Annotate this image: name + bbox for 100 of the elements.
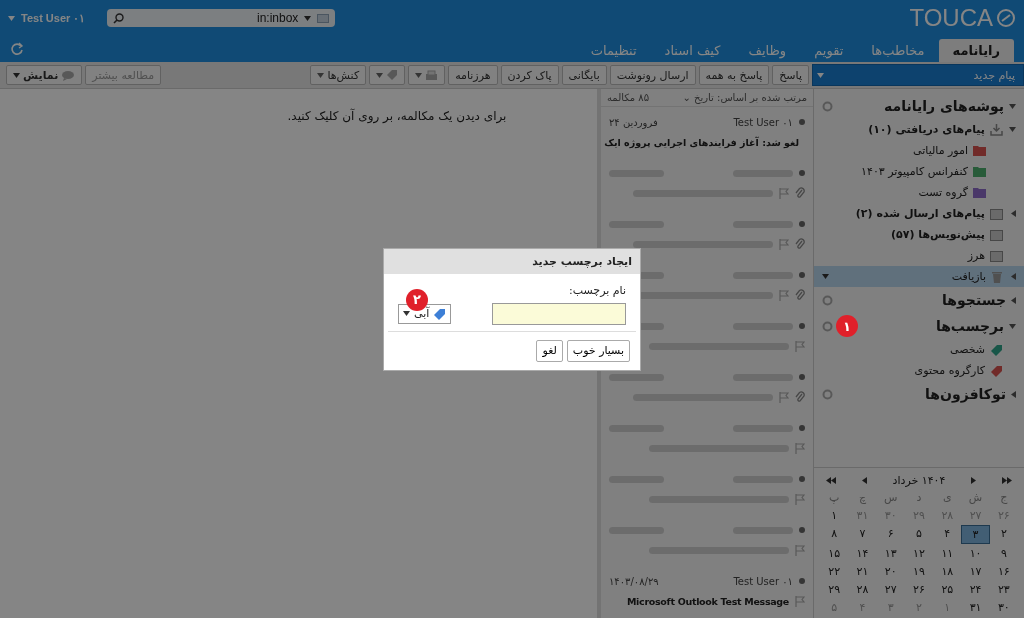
expand-icon[interactable]	[1011, 390, 1016, 398]
app-tab[interactable]: وظایف	[734, 39, 801, 62]
calendar-day[interactable]: ۲۰	[876, 563, 905, 580]
previous-month-icon[interactable]	[861, 477, 867, 484]
dot-icon	[799, 476, 805, 482]
calendar-day[interactable]: ۵	[904, 525, 934, 544]
calendar-day[interactable]: ۲	[989, 525, 1018, 544]
flag-icon[interactable]	[795, 493, 805, 505]
flag-icon[interactable]	[795, 442, 805, 454]
calendar-day[interactable]: ۱۳	[876, 545, 905, 562]
refresh-icon[interactable]	[10, 42, 24, 56]
calendar-day[interactable]: ۲۱	[848, 563, 877, 580]
expand-icon[interactable]	[1011, 273, 1016, 280]
calendar-day[interactable]: ۱۷	[961, 563, 990, 580]
calendar-day[interactable]: ۱۴	[848, 545, 877, 562]
calendar-day[interactable]: ۲۵	[933, 581, 962, 598]
folder-item[interactable]: گروه تست	[918, 186, 968, 199]
app-tab[interactable]: کیف اسناد	[650, 39, 735, 62]
toolbar-button[interactable]: پاسخ	[772, 65, 809, 85]
next-year-icon[interactable]	[1002, 477, 1012, 484]
folder-item[interactable]: هرز	[967, 249, 985, 262]
folder-item[interactable]: بازیافت	[951, 270, 986, 283]
app-tab[interactable]: تنظیمات	[576, 39, 651, 62]
caret-icon[interactable]	[403, 311, 410, 316]
calendar-day[interactable]: ۳۰	[989, 599, 1018, 616]
calendar-day[interactable]: ۱۱	[933, 545, 962, 562]
calendar-day[interactable]: ۱	[820, 507, 849, 524]
expand-icon[interactable]	[1011, 210, 1016, 217]
next-month-icon[interactable]	[971, 477, 977, 484]
speech-bubble-icon[interactable]	[61, 69, 76, 81]
collapse-icon[interactable]	[1009, 103, 1016, 109]
flag-icon[interactable]	[779, 238, 789, 250]
section-title[interactable]: پوشه‌های رایانامه	[884, 98, 1004, 114]
calendar-day[interactable]: ۲۲	[820, 563, 849, 580]
toolbar-button[interactable]: ارسال رونوشت	[609, 65, 696, 85]
app-tab[interactable]: مخاطب‌ها	[857, 39, 939, 62]
app-tab[interactable]: تقویم	[800, 39, 858, 62]
calendar-day[interactable]: ۷	[848, 525, 877, 544]
calendar-day[interactable]: ۱۰	[961, 545, 990, 562]
calendar-day[interactable]: ۲۹	[820, 581, 849, 598]
calendar-day[interactable]: ۱۸	[933, 563, 962, 580]
folder-item[interactable]: کارگروه محتوی	[914, 364, 985, 377]
calendar-day[interactable]: ۱۵	[820, 545, 849, 562]
folder-item[interactable]: کنفرانس کامپیوتر ۱۴۰۳	[861, 165, 968, 178]
user-name[interactable]: Test User ۰۱	[21, 11, 86, 25]
conversation-count: ۸۵ مکالمه	[607, 92, 650, 103]
toolbar-button[interactable]: هرزنامه	[448, 65, 498, 85]
weekday-label: س	[883, 490, 899, 506]
calendar-day[interactable]: ۳۱	[961, 599, 990, 616]
calendar-day[interactable]: ۹	[989, 545, 1018, 562]
flag-icon[interactable]	[795, 595, 805, 607]
dot-icon	[799, 527, 805, 533]
settings-icon[interactable]	[822, 294, 833, 306]
calendar-day[interactable]: ۲۸	[848, 581, 877, 598]
calendar-day[interactable]: ۱۶	[989, 563, 1018, 580]
flag-icon[interactable]	[779, 187, 789, 199]
toolbar-button[interactable]: پاک کردن	[500, 65, 559, 85]
calendar-day[interactable]: ۲۳	[989, 581, 1018, 598]
flag-icon[interactable]	[795, 544, 805, 556]
calendar-day[interactable]: ۲۷	[876, 581, 905, 598]
tag-icon[interactable]	[433, 307, 447, 320]
folder-item[interactable]: شخصی	[949, 343, 985, 356]
new-message-button[interactable]: پیام جدید	[812, 64, 1024, 86]
previous-year-icon[interactable]	[826, 477, 836, 484]
settings-icon[interactable]	[822, 100, 833, 112]
toolbar-button[interactable]: بایگانی	[561, 65, 607, 85]
tag-name-field[interactable]	[492, 302, 626, 325]
app-tab[interactable]: رایانامه	[938, 39, 1014, 62]
calendar-day[interactable]: ۱۲	[904, 545, 934, 562]
expand-icon[interactable]	[1011, 296, 1016, 304]
dialog-button[interactable]: لغو	[536, 339, 563, 362]
collapse-icon[interactable]	[1009, 323, 1016, 329]
settings-icon[interactable]	[822, 388, 833, 400]
calendar-day[interactable]: ۶	[876, 525, 905, 544]
toolbar-button[interactable]: پاسخ به همه	[698, 65, 770, 85]
dot-icon	[799, 170, 805, 176]
dialog-button[interactable]: بسیار خوب	[566, 339, 630, 362]
settings-icon[interactable]	[822, 320, 833, 332]
flag-icon[interactable]	[779, 391, 789, 403]
dot-icon	[799, 272, 805, 278]
section-title[interactable]: توکافزون‌ها	[925, 386, 1006, 402]
calendar-day[interactable]: ۴	[933, 525, 962, 544]
calendar-day[interactable]: ۳	[961, 525, 990, 544]
flag-icon[interactable]	[795, 340, 805, 352]
folder-item[interactable]: پیش‌نویس‌ها (۵۷)	[891, 228, 985, 241]
search-field[interactable]: in:inbox	[107, 9, 336, 27]
section-title[interactable]: جستجوها	[942, 292, 1006, 308]
folder-item[interactable]: پیام‌های دریافتی (۱۰)	[868, 123, 985, 136]
folder-item[interactable]: امور مالیاتی	[913, 144, 968, 157]
folder-icon	[973, 166, 986, 177]
calendar-day[interactable]: ۲۴	[961, 581, 990, 598]
flag-icon[interactable]	[779, 289, 789, 301]
section-title[interactable]: برچسب‌ها	[935, 318, 1004, 334]
sort-menu[interactable]: مرتب شده بر اساس: تاریخ ⌄	[682, 92, 807, 103]
calendar-day[interactable]: ۱۹	[904, 563, 934, 580]
calendar-day[interactable]: ۲۶	[904, 581, 934, 598]
folder-item[interactable]: پیام‌های ارسال شده (۲)	[855, 207, 985, 220]
collapse-icon[interactable]	[1009, 127, 1016, 132]
trash-icon	[991, 270, 1003, 283]
calendar-day[interactable]: ۸	[820, 525, 849, 544]
